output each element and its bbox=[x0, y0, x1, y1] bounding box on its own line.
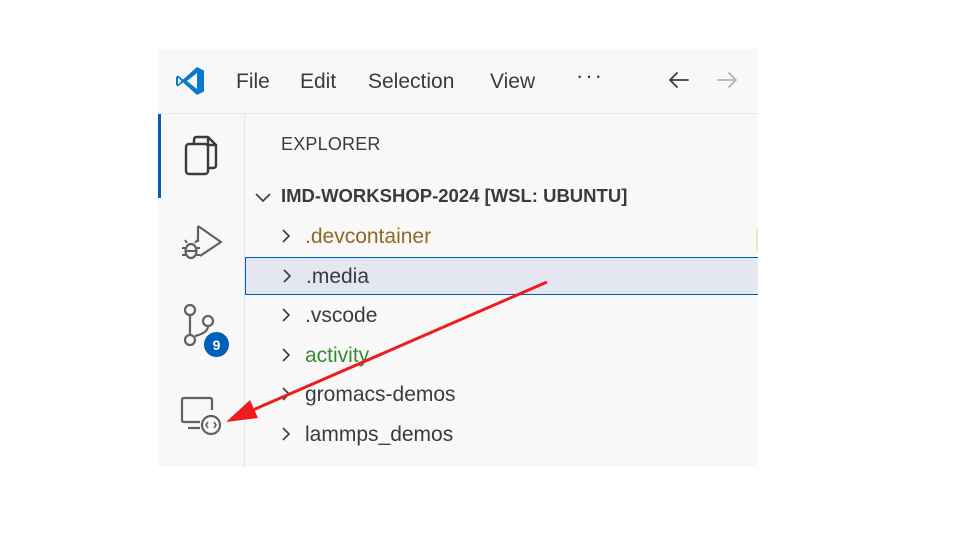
menu-selection[interactable]: Selection bbox=[368, 69, 454, 95]
folder-label: gromacs-demos bbox=[305, 383, 456, 406]
folder-label: lammps_demos bbox=[305, 423, 454, 446]
chevron-right-icon bbox=[282, 229, 291, 243]
folder-devcontainer[interactable]: .devcontainer bbox=[245, 217, 758, 255]
chevron-right-icon bbox=[282, 348, 291, 362]
chevron-right-icon bbox=[283, 269, 292, 283]
back-arrow-icon[interactable] bbox=[666, 67, 692, 93]
folder-media[interactable]: .media bbox=[245, 257, 758, 295]
workspace-root-folder[interactable]: IMD-WORKSHOP-2024 [WSL: UBUNTU] bbox=[245, 180, 758, 214]
menu-edit[interactable]: Edit bbox=[300, 69, 336, 95]
remote-explorer-icon[interactable] bbox=[178, 390, 224, 436]
chevron-right-icon bbox=[282, 427, 291, 441]
title-bar: File Edit Selection View ··· bbox=[158, 49, 758, 114]
chevron-down-icon bbox=[255, 193, 271, 203]
vscode-logo-icon bbox=[176, 67, 204, 95]
vscode-window: File Edit Selection View ··· 9 EXPLORER … bbox=[158, 49, 758, 467]
explorer-icon[interactable] bbox=[178, 132, 224, 178]
folder-label: .vscode bbox=[305, 304, 378, 327]
menu-view[interactable]: View bbox=[490, 69, 535, 95]
workspace-root-label: IMD-WORKSHOP-2024 [WSL: UBUNTU] bbox=[281, 185, 628, 206]
menu-file[interactable]: File bbox=[236, 69, 270, 95]
run-debug-icon[interactable] bbox=[178, 218, 224, 264]
explorer-sidebar: EXPLORER IMD-WORKSHOP-2024 [WSL: UBUNTU]… bbox=[245, 114, 758, 467]
folder-activity[interactable]: activity bbox=[245, 336, 758, 374]
chevron-right-icon bbox=[282, 308, 291, 322]
folder-label: .devcontainer bbox=[305, 225, 432, 248]
folder-label: activity bbox=[305, 344, 370, 367]
scrollbar-edge[interactable] bbox=[756, 229, 758, 251]
folder-vscode[interactable]: .vscode bbox=[245, 296, 758, 334]
folder-gromacs-demos[interactable]: gromacs-demos bbox=[245, 375, 758, 413]
folder-lammps-demos[interactable]: lammps_demos bbox=[245, 415, 758, 453]
explorer-title: EXPLORER bbox=[281, 134, 381, 154]
active-view-indicator bbox=[158, 114, 161, 198]
activity-bar: 9 bbox=[158, 114, 245, 467]
menu-more-button[interactable]: ··· bbox=[576, 63, 604, 89]
source-control-badge: 9 bbox=[202, 330, 231, 359]
folder-label: .media bbox=[306, 265, 370, 288]
chevron-right-icon bbox=[282, 387, 291, 401]
forward-arrow-icon[interactable] bbox=[714, 67, 740, 93]
chevron-right-icon bbox=[277, 465, 295, 467]
folder-partial-row[interactable] bbox=[245, 455, 758, 467]
